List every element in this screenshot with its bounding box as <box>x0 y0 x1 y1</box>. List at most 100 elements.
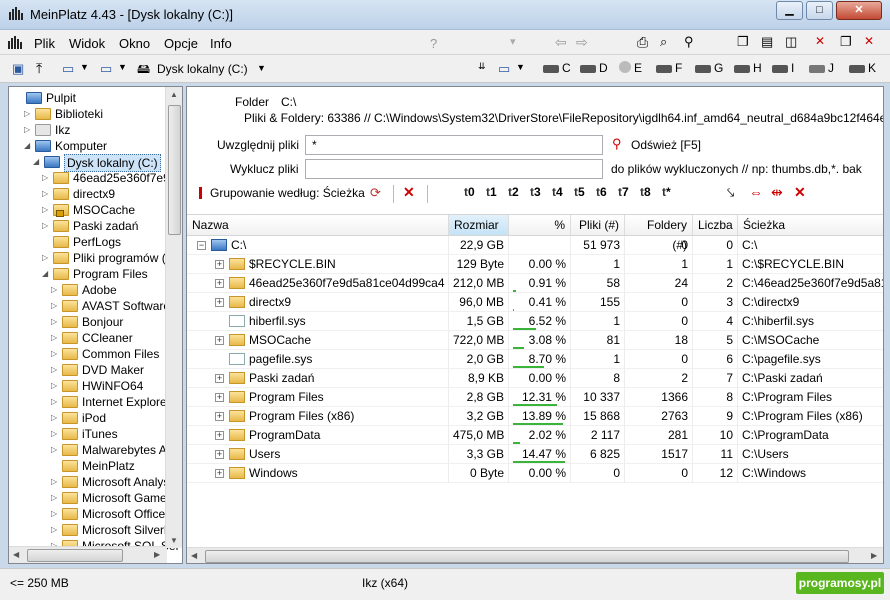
cascade-windows-icon[interactable]: ❐ <box>737 34 755 50</box>
table-row[interactable]: + Paski zadań 8,9 KB 0.00 % 8 2 7 C:\Paski zada… <box>187 369 883 388</box>
expand-icon[interactable]: + <box>215 298 224 307</box>
monitor-icon[interactable]: ▭ <box>62 61 80 77</box>
drive-e-button[interactable]: E <box>619 61 642 75</box>
scroll-up-icon[interactable]: ▲ <box>170 90 178 99</box>
menu-plik[interactable]: Plik <box>34 36 55 51</box>
expand-icon[interactable]: + <box>215 393 224 402</box>
column-files[interactable]: Pliki (#) <box>571 215 625 235</box>
level-8-button[interactable]: t8 <box>640 185 651 199</box>
find-icon[interactable]: ⚲ <box>684 34 702 50</box>
scroll-left-icon[interactable]: ◀ <box>191 551 197 560</box>
table-row[interactable]: + Windows 0 Byte 0.00 % 0 0 12 C:\Windows <box>187 464 883 483</box>
level-5-button[interactable]: t5 <box>574 185 585 199</box>
expand-arrow-icon[interactable]: ▷ <box>42 254 50 262</box>
drive-d-button[interactable]: D <box>580 61 608 75</box>
table-row[interactable]: hiberfil.sys 1,5 GB 6.52 % 1 0 4 C:\hiberfil.s… <box>187 312 883 331</box>
maximize-button[interactable]: □ <box>806 1 833 20</box>
table-row[interactable]: + Program Files (x86) 3,2 GB 13.89 % 15 868 2… <box>187 407 883 426</box>
expand-arrow-icon[interactable]: ▷ <box>51 446 59 454</box>
collapse-arrow-icon[interactable]: ◢ <box>42 270 50 278</box>
group-refresh-icon[interactable]: ⟳ <box>370 185 388 201</box>
column-percent[interactable]: % <box>509 215 571 235</box>
network-icon[interactable]: ▭ <box>100 61 118 77</box>
include-files-input[interactable]: * <box>305 135 603 155</box>
scroll-down-icon[interactable]: ▼ <box>170 536 178 545</box>
column-count[interactable]: Liczba <box>693 215 738 235</box>
clear-group-icon[interactable]: ✕ <box>403 184 421 200</box>
tree-view-icon[interactable]: ▣ <box>12 61 30 77</box>
expand-arrow-icon[interactable]: ▷ <box>51 494 59 502</box>
tree-vertical-scrollbar[interactable]: ▲ ▼ <box>165 87 182 548</box>
expand-icon[interactable]: + <box>215 431 224 440</box>
table-row[interactable]: +46ead25e360f7e9d5a81ce04d99ca4 212,0 MB 0… <box>187 274 883 293</box>
expand-icon[interactable]: + <box>215 374 224 383</box>
expand-arrow-icon[interactable]: ▷ <box>42 190 50 198</box>
minimize-button[interactable]: ▁ <box>776 1 803 20</box>
scroll-thumb[interactable] <box>27 549 123 562</box>
collapse-arrow-icon[interactable]: ◢ <box>24 142 32 150</box>
table-row[interactable]: − C:\ 22,9 GB 51 973 0 0 C:\ <box>187 236 883 255</box>
expand-arrow-icon[interactable]: ▷ <box>51 366 59 374</box>
expand-arrow-icon[interactable]: ▷ <box>51 430 59 438</box>
expand-arrow-icon[interactable]: ▷ <box>42 222 50 230</box>
expand-icon[interactable]: + <box>215 279 224 288</box>
collapse-icon[interactable]: − <box>197 241 206 250</box>
refresh-button[interactable]: Odśwież [F5] <box>631 138 701 152</box>
back-icon[interactable]: ⇦ <box>555 34 573 50</box>
remove-icon[interactable]: ✕ <box>794 184 812 200</box>
tile-horizontal-icon[interactable]: ▤ <box>761 34 779 50</box>
refresh-search-icon[interactable]: ⚲ <box>612 136 630 152</box>
restore-window-icon[interactable]: ❐ <box>840 34 858 50</box>
expand-icon[interactable]: + <box>215 450 224 459</box>
column-size[interactable]: Rozmiar <box>449 215 509 235</box>
expand-arrow-icon[interactable]: ▷ <box>51 318 59 326</box>
collapse-icon[interactable]: ⇹ <box>771 184 789 200</box>
level-0-button[interactable]: t0 <box>464 185 475 199</box>
table-row[interactable]: + directx9 96,0 MB 0.41 % 155 0 3 C:\directx9 <box>187 293 883 312</box>
column-name[interactable]: Nazwa <box>187 215 449 235</box>
level-9-button[interactable]: t* <box>662 185 671 199</box>
scroll-thumb[interactable] <box>205 550 849 563</box>
table-row[interactable]: + MSOCache 722,0 MB 3.08 % 81 18 5 C:\MSOCache <box>187 331 883 350</box>
table-row[interactable]: + ProgramData 475,0 MB 2.02 % 2 117 281 10 C:\P… <box>187 426 883 445</box>
expand-arrow-icon[interactable]: ▷ <box>24 126 32 134</box>
level-4-button[interactable]: t4 <box>552 185 563 199</box>
help-icon[interactable]: ? <box>430 36 437 51</box>
expand-arrow-icon[interactable]: ▷ <box>51 350 59 358</box>
forward-icon[interactable]: ⇨ <box>576 34 594 50</box>
printer-icon[interactable]: ⎙ <box>637 34 655 50</box>
expand-arrow-icon[interactable]: ▷ <box>51 478 59 486</box>
dropdown-arrow-icon[interactable]: ▼ <box>516 62 534 78</box>
expand-arrow-icon[interactable]: ▷ <box>51 334 59 342</box>
menu-widok[interactable]: Widok <box>69 36 105 51</box>
drive-j-button[interactable]: J <box>809 61 834 75</box>
table-row[interactable]: pagefile.sys 2,0 GB 8.70 % 1 0 6 C:\pagefile.s… <box>187 350 883 369</box>
dropdown-arrow-icon[interactable]: ▼ <box>257 63 275 79</box>
menu-opcje[interactable]: Opcje <box>164 36 198 51</box>
expand-arrow-icon[interactable]: ▷ <box>51 526 59 534</box>
expand-arrow-icon[interactable]: ▷ <box>51 286 59 294</box>
table-row[interactable]: + Users 3,3 GB 14.47 % 6 825 1517 11 C:\Users <box>187 445 883 464</box>
drive-h-button[interactable]: H <box>734 61 762 75</box>
dropdown-arrow-icon[interactable]: ▼ <box>80 62 98 78</box>
expand-icon[interactable]: ⇔ <box>749 184 767 200</box>
folder-tree[interactable]: Pulpit ▷ Biblioteki ▷ Ikz ◢ Komputer ◢ Dysk loka… <box>8 86 183 564</box>
drive-f-button[interactable]: F <box>656 61 682 75</box>
table-row[interactable]: + $RECYCLE.BIN 129 Byte 0.00 % 1 1 1 C:\$RECYCL… <box>187 255 883 274</box>
expand-arrow-icon[interactable]: ▷ <box>51 382 59 390</box>
expand-icon[interactable]: + <box>215 336 224 345</box>
network-drive-icon[interactable]: ▭ <box>498 61 516 77</box>
drive-c-button[interactable]: C <box>543 61 571 75</box>
expand-icon[interactable]: + <box>215 260 224 269</box>
level-2-button[interactable]: t2 <box>508 185 519 199</box>
expand-arrow-icon[interactable]: ▷ <box>51 398 59 406</box>
column-folders[interactable]: Foldery (#) <box>625 215 693 252</box>
tree-horizontal-scrollbar[interactable]: ◀ ▶ <box>9 546 167 563</box>
drive-g-button[interactable]: G <box>695 61 723 75</box>
table-row[interactable]: + Program Files 2,8 GB 12.31 % 10 337 1366 8 C:… <box>187 388 883 407</box>
level-1-button[interactable]: t1 <box>486 185 497 199</box>
folder-up-icon[interactable]: ⤒ <box>36 60 54 76</box>
level-7-button[interactable]: t7 <box>618 185 629 199</box>
menu-info[interactable]: Info <box>210 36 232 51</box>
expand-arrow-icon[interactable]: ▷ <box>24 110 32 118</box>
